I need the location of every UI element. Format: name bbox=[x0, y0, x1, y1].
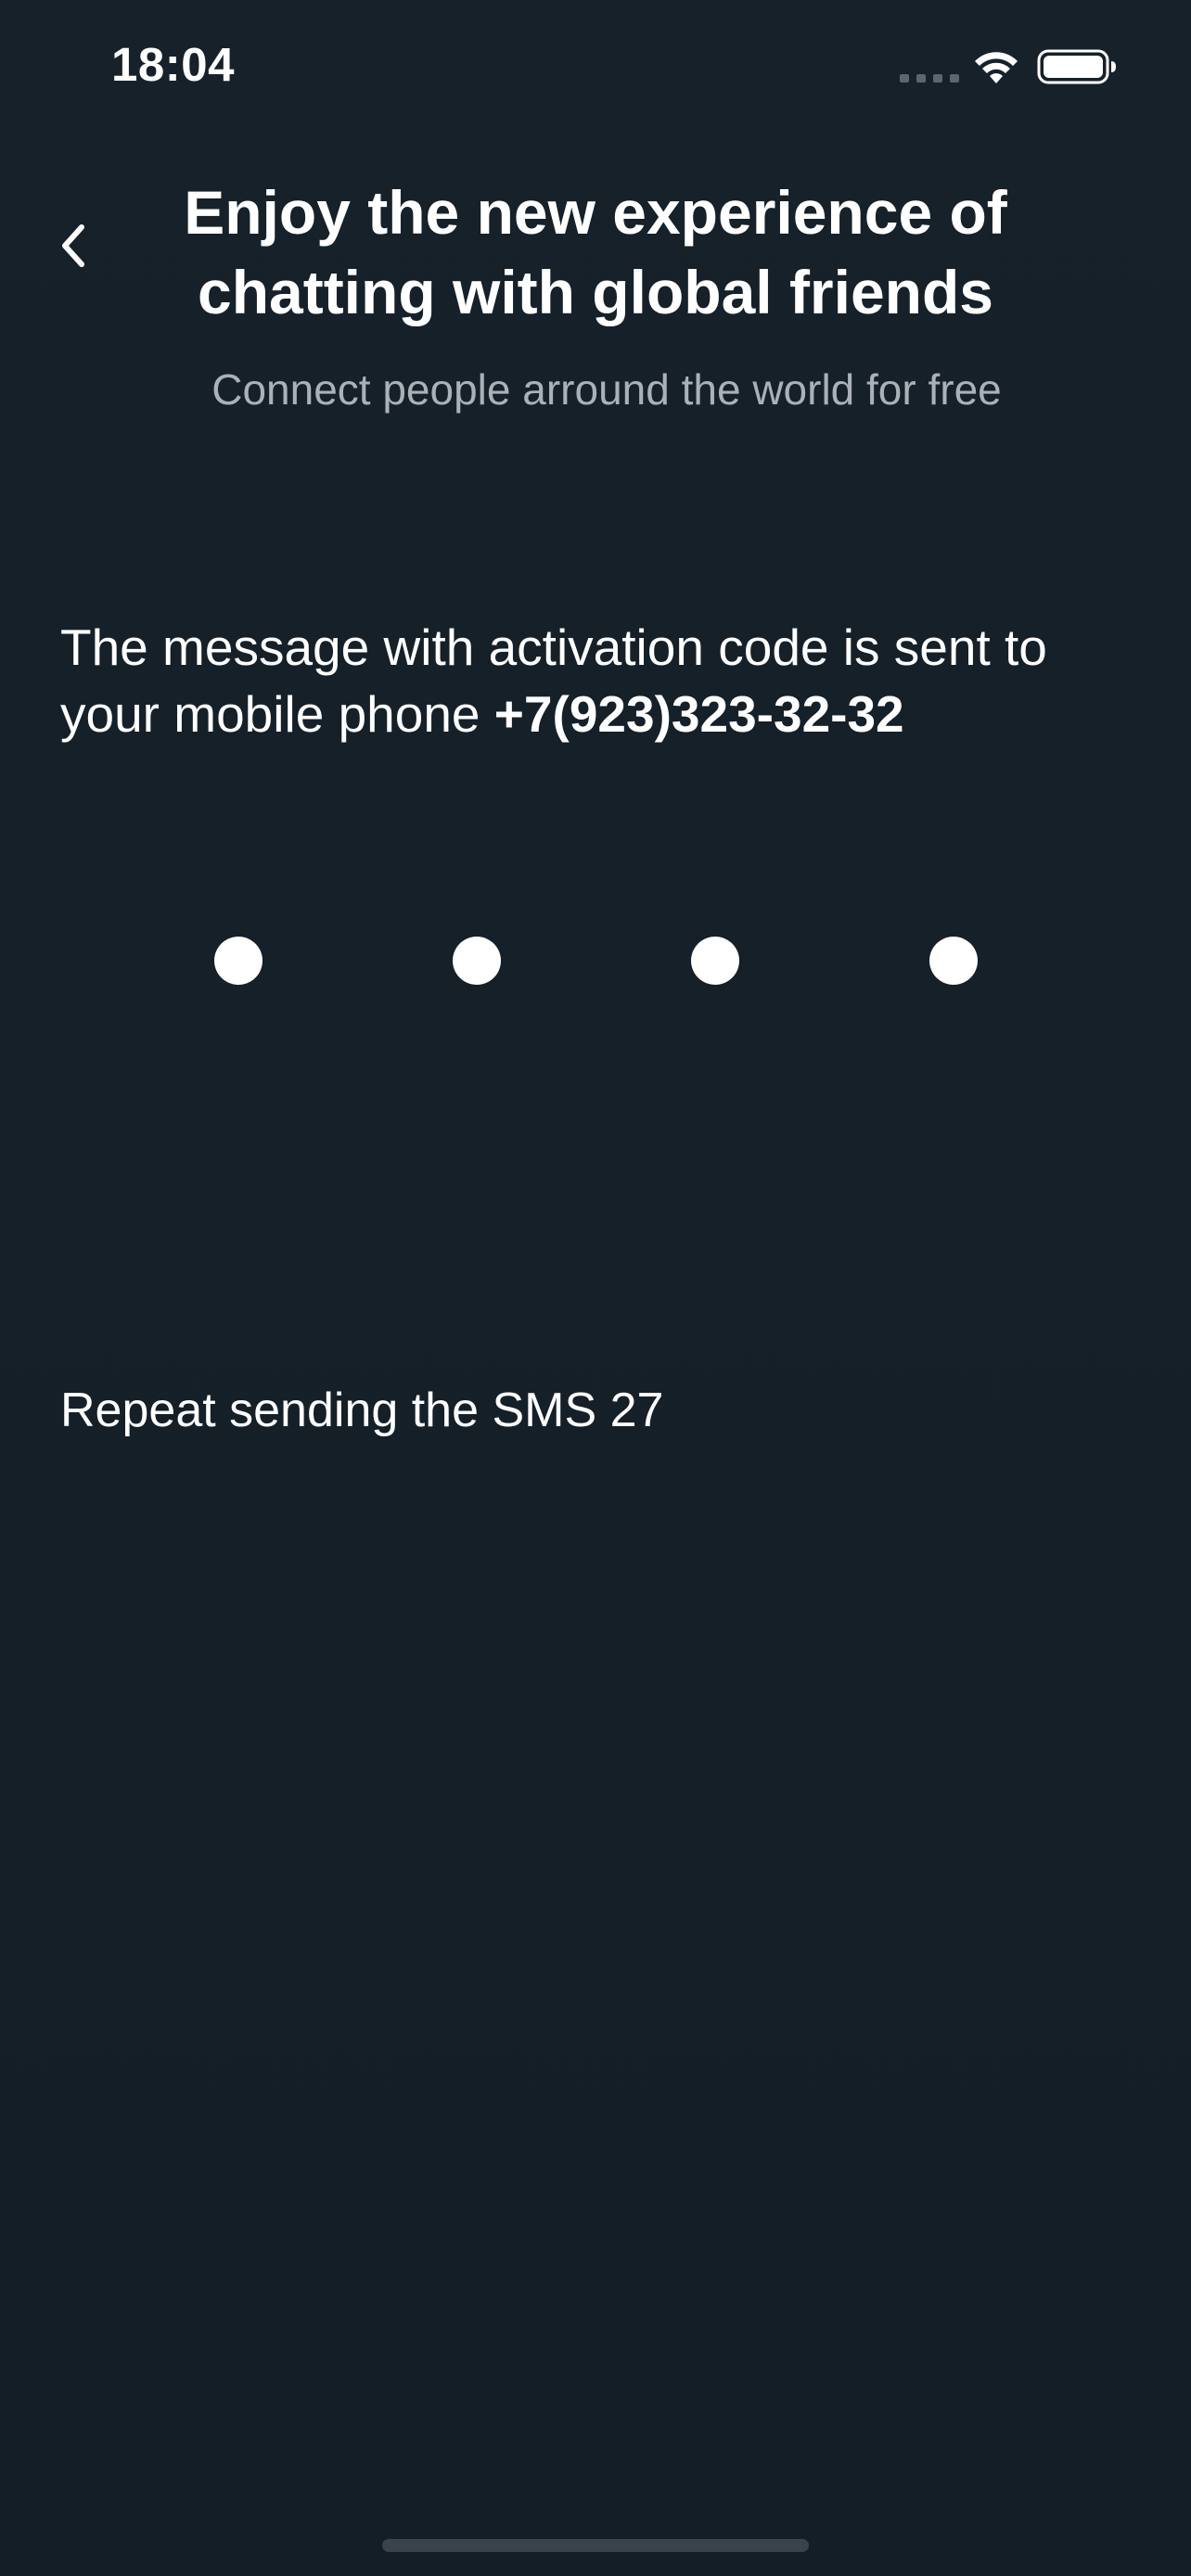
page-title: Enjoy the new experience of chatting wit… bbox=[184, 178, 1007, 326]
code-dot bbox=[214, 937, 263, 985]
repeat-sms-countdown: 27 bbox=[609, 1384, 664, 1437]
phone-number: +7(923)323-32-32 bbox=[493, 685, 904, 743]
battery-icon bbox=[1037, 49, 1116, 84]
wifi-icon bbox=[975, 52, 1018, 83]
code-dot bbox=[691, 937, 739, 985]
repeat-sms-label: Repeat sending the SMS bbox=[60, 1384, 597, 1437]
cell-signal-icon bbox=[900, 74, 959, 83]
back-button[interactable] bbox=[45, 209, 100, 283]
status-time: 18:04 bbox=[111, 38, 235, 91]
repeat-sms-button[interactable]: Repeat sending the SMS 27 bbox=[60, 1378, 663, 1443]
code-dot bbox=[929, 937, 978, 985]
code-input[interactable] bbox=[0, 937, 1191, 985]
page-subtitle: Connect people arround the world for fre… bbox=[211, 365, 1002, 414]
activation-message: The message with activation code is sent… bbox=[60, 614, 1155, 747]
status-bar: 18:04 bbox=[0, 0, 1191, 139]
chevron-left-icon bbox=[62, 224, 84, 267]
code-dot bbox=[453, 937, 501, 985]
home-indicator bbox=[382, 2539, 809, 2552]
